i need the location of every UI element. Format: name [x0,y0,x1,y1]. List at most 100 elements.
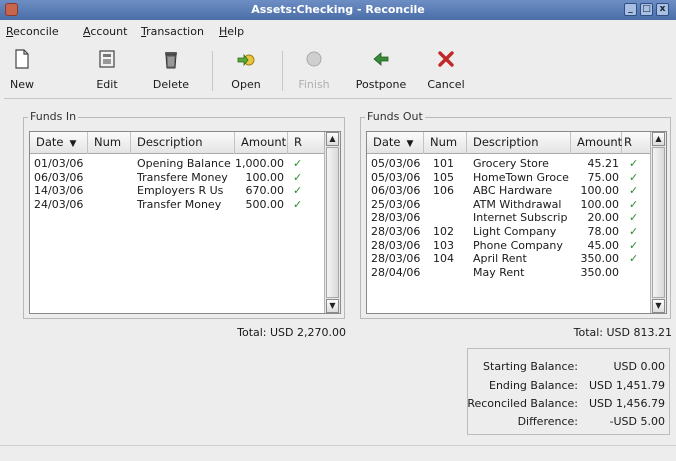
cell-num: 102 [433,225,454,238]
cell-description: Phone Company [473,238,563,252]
table-row[interactable]: 05/03/06 105 HomeTown Groce 75.00 ✓ [367,171,650,185]
cell-amount: 78.00 [587,225,620,238]
column-num[interactable]: Num [424,132,467,154]
delete-button[interactable]: Delete [149,47,193,95]
cell-amount: 1,000.00 [235,157,284,170]
cell-description: HomeTown Groce [473,170,569,184]
reconciled-check[interactable]: ✓ [629,225,641,238]
funds-in-scrollbar[interactable]: ▲ ▼ [324,132,340,313]
cell-description: Opening Balance [137,157,231,170]
column-amount[interactable]: Amount [235,132,288,154]
reconciled-check[interactable]: ✓ [293,184,305,197]
reconciled-check[interactable]: ✓ [629,184,641,197]
window-title: Assets:Checking - Reconcile [251,3,425,16]
toolbar-separator [212,51,213,91]
new-button[interactable]: New [4,47,40,95]
reconciled-check[interactable]: ✓ [629,211,641,224]
edit-button[interactable]: Edit [92,47,122,95]
table-row[interactable]: 24/03/06 Transfer Money 500.00 ✓ [30,198,324,212]
cell-description: ABC Hardware [473,184,553,198]
funds-out-header: Date ▼ Num Description Amount R [367,132,652,154]
close-window-button[interactable]: x [656,3,669,16]
maximize-button[interactable]: □ [640,3,653,16]
reconciled-balance-label: Reconciled Balance: [467,397,578,410]
cell-date: 28/03/06 [371,211,421,225]
cell-description: Employers R Us [137,184,224,198]
finish-button[interactable]: Finish [298,47,330,95]
menu-reconcile[interactable]: Reconcile [6,25,59,38]
cell-date: 24/03/06 [34,197,84,211]
table-row[interactable]: 25/03/06 ATM Withdrawal 100.00 ✓ [367,198,650,212]
table-row[interactable]: 01/03/06 Opening Balance 1,000.00 ✓ [30,157,324,171]
new-label: New [10,78,34,91]
cell-date: 28/04/06 [371,265,421,279]
funds-in-list: Date ▼ Num Description Amount R 01/03/06 O… [29,131,341,314]
ending-balance-label: Ending Balance: [489,379,578,392]
new-document-icon [15,49,29,69]
postpone-button[interactable]: Postpone [354,47,408,95]
reconciled-check[interactable]: ✓ [629,252,641,265]
reconciled-check[interactable]: ✓ [629,157,641,170]
table-row[interactable]: 06/03/06 Transfere Money 100.00 ✓ [30,171,324,185]
table-row[interactable]: 28/04/06 May Rent 350.00 [367,266,650,280]
column-date[interactable]: Date ▼ [367,132,424,154]
scroll-up-icon[interactable]: ▲ [652,132,665,146]
reconciled-check[interactable]: ✓ [629,171,641,184]
reconciled-check[interactable]: ✓ [629,198,641,211]
cell-date: 05/03/06 [371,157,421,170]
cell-date: 28/03/06 [371,252,421,266]
postpone-label: Postpone [355,78,407,91]
trash-can-icon [165,52,177,69]
table-row[interactable]: 28/03/06 Internet Subscrip 20.00 ✓ [367,211,650,225]
scroll-thumb[interactable] [326,147,339,298]
starting-balance-row: Starting Balance: USD 0.00 [468,360,669,376]
table-row[interactable]: 06/03/06 106 ABC Hardware 100.00 ✓ [367,184,650,198]
scroll-down-icon[interactable]: ▼ [652,299,665,313]
cell-date: 28/03/06 [371,238,421,252]
reconciled-check[interactable]: ✓ [293,171,305,184]
cell-amount: 20.00 [587,211,620,225]
funds-out-scrollbar[interactable]: ▲ ▼ [650,132,666,313]
column-amount[interactable]: Amount [571,132,622,154]
menu-help[interactable]: Help [219,25,244,38]
column-date[interactable]: Date ▼ [30,132,88,154]
table-row[interactable]: 28/03/06 103 Phone Company 45.00 ✓ [367,239,650,253]
cancel-button[interactable]: Cancel [424,47,468,95]
funds-in-frame: Funds In Date ▼ Num Description Amount R … [23,110,345,319]
open-transaction-icon [237,53,255,67]
finish-icon [306,51,322,67]
cell-amount: 500.00 [245,197,285,211]
menu-account[interactable]: Account [83,25,127,38]
table-row[interactable]: 28/03/06 102 Light Company 78.00 ✓ [367,225,650,239]
table-row[interactable]: 14/03/06 Employers R Us 670.00 ✓ [30,184,324,198]
column-description[interactable]: Description [131,132,235,154]
scroll-thumb[interactable] [652,147,665,298]
cell-amount: 75.00 [587,170,620,184]
reconciled-check[interactable]: ✓ [293,198,305,211]
cell-num: 103 [433,238,454,252]
cell-description: April Rent [473,252,527,266]
difference-value: -USD 5.00 [609,415,665,428]
cell-description: Transfer Money [137,197,222,211]
cell-date: 14/03/06 [34,184,84,198]
column-num[interactable]: Num [88,132,131,154]
edit-label: Edit [96,78,118,91]
table-row[interactable]: 28/03/06 104 April Rent 350.00 ✓ [367,252,650,266]
cell-description: Light Company [473,225,557,238]
reconciled-check[interactable]: ✓ [629,239,641,252]
cell-description: ATM Withdrawal [473,197,562,211]
column-reconciled[interactable]: R [288,132,326,154]
table-row[interactable]: 05/03/06 101 Grocery Store 45.21 ✓ [367,157,650,171]
scroll-down-icon[interactable]: ▼ [326,299,339,313]
column-reconciled[interactable]: R [622,132,652,154]
cell-amount: 350.00 [580,265,620,279]
open-button[interactable]: Open [228,47,264,95]
reconciled-check[interactable]: ✓ [293,157,305,170]
scroll-up-icon[interactable]: ▲ [326,132,339,146]
toolbar: New Edit Delete Open Finish Postpone Can… [0,43,676,95]
minimize-button[interactable]: _ [624,3,637,16]
menu-transaction[interactable]: Transaction [141,25,204,38]
column-description[interactable]: Description [467,132,571,154]
balance-summary: Starting Balance: USD 0.00 Ending Balanc… [467,348,670,435]
ending-balance-row: Ending Balance: USD 1,451.79 [468,379,669,395]
